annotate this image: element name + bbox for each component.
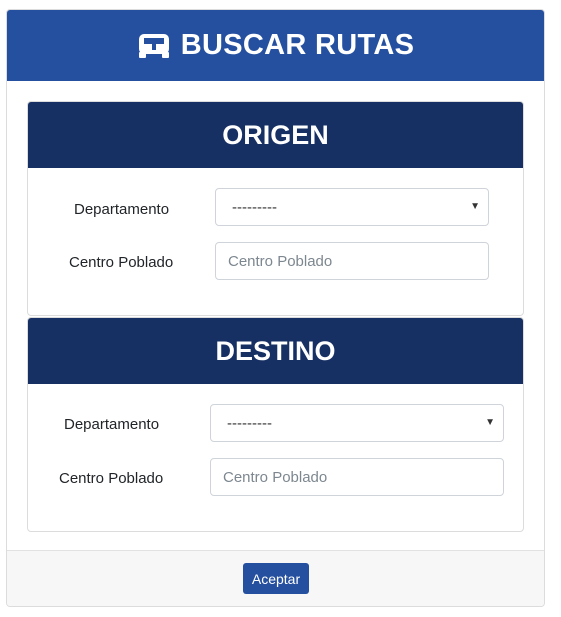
destination-centro-input[interactable] (210, 458, 504, 496)
origin-departamento-value: --------- (232, 198, 277, 216)
card-footer: Aceptar (7, 550, 544, 606)
destination-departamento-select[interactable]: --------- ▼ (210, 404, 504, 442)
card-header: BUSCAR RUTAS (7, 10, 544, 81)
chevron-down-icon: ▼ (470, 201, 480, 212)
origin-departamento-label: Departamento (74, 201, 170, 218)
origin-centro-input[interactable] (215, 242, 489, 280)
search-routes-card: BUSCAR RUTAS ORIGEN Departamento -------… (6, 9, 545, 607)
origin-panel: ORIGEN Departamento --------- ▼ Centro P… (27, 101, 524, 316)
origin-centro-label: Centro Poblado (69, 254, 174, 271)
origin-title: ORIGEN (222, 119, 329, 150)
bus-icon (138, 33, 169, 58)
destination-panel: DESTINO Departamento --------- ▼ Centro … (27, 317, 524, 532)
origin-departamento-select[interactable]: --------- ▼ (215, 188, 489, 226)
accept-button[interactable]: Aceptar (243, 563, 309, 594)
destination-title: DESTINO (215, 335, 336, 366)
page-title: BUSCAR RUTAS (180, 29, 415, 61)
chevron-down-icon: ▼ (485, 417, 495, 428)
destination-panel-header: DESTINO (28, 318, 523, 384)
destination-centro-label: Centro Poblado (59, 470, 164, 487)
origin-panel-header: ORIGEN (28, 102, 523, 168)
destination-departamento-value: --------- (227, 414, 272, 432)
destination-departamento-label: Departamento (64, 416, 160, 433)
